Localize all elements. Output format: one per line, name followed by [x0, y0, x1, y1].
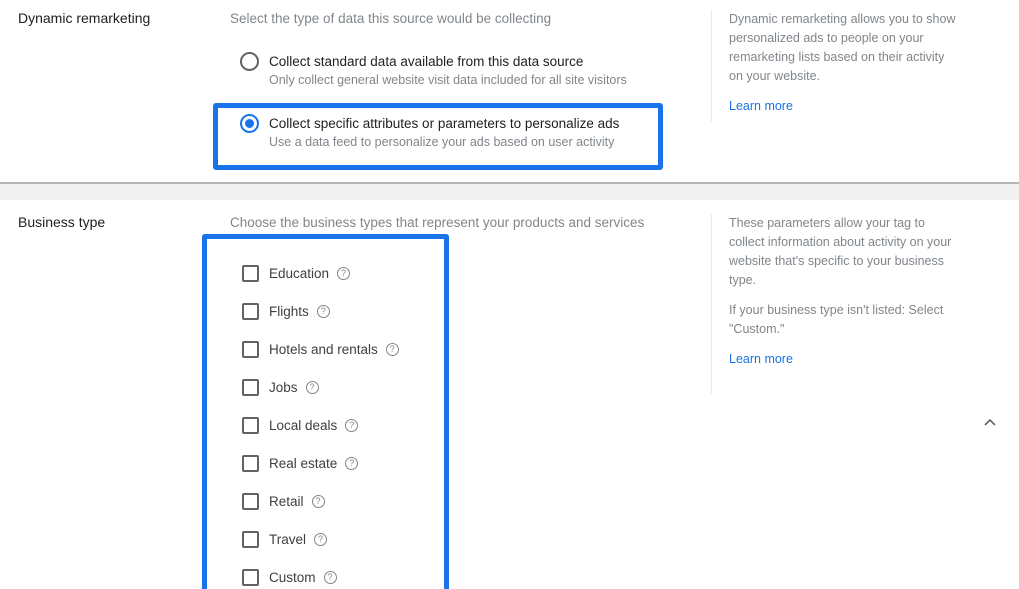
help-circle-icon[interactable]: ?: [345, 456, 359, 470]
checkbox[interactable]: [242, 530, 259, 548]
learn-more-link[interactable]: Learn more: [729, 99, 793, 113]
section-prompt: Select the type of data this source woul…: [230, 11, 552, 26]
checkbox-label: Local deals: [269, 417, 338, 433]
checkbox[interactable]: [242, 378, 259, 396]
dynamic-remarketing-section: Dynamic remarketing Select the type of d…: [0, 0, 1019, 182]
help-circle-icon[interactable]: ?: [305, 380, 319, 394]
checkbox-item-retail[interactable]: Retail?: [242, 482, 399, 520]
help-text: These parameters allow your tag to colle…: [729, 216, 952, 287]
checkbox-item-hotels[interactable]: Hotels and rentals?: [242, 330, 399, 368]
checkbox-item-education[interactable]: Education?: [242, 254, 399, 292]
checkbox-label: Jobs: [269, 379, 298, 395]
checkbox-label: Hotels and rentals: [269, 341, 378, 357]
checkbox[interactable]: [242, 340, 259, 358]
help-circle-icon[interactable]: ?: [323, 570, 337, 584]
section-title: Dynamic remarketing: [18, 10, 151, 26]
checkbox[interactable]: [242, 568, 259, 586]
option-label: Collect standard data available from thi…: [269, 54, 584, 69]
help-text: If your business type isn't listed: Sele…: [729, 303, 944, 336]
section-title: Business type: [18, 214, 106, 230]
checkbox-label: Flights: [269, 303, 309, 319]
help-panel: These parameters allow your tag to colle…: [711, 214, 961, 394]
radio-option-standard[interactable]: Collect standard data available from thi…: [240, 52, 627, 90]
business-type-list: Education? Flights? Hotels and rentals? …: [242, 254, 399, 589]
help-circle-icon[interactable]: ?: [345, 418, 359, 432]
business-type-section: Business type Choose the business types …: [0, 200, 1019, 589]
checkbox-item-flights[interactable]: Flights?: [242, 292, 399, 330]
highlight-box: [213, 103, 663, 170]
help-text: Dynamic remarketing allows you to show p…: [729, 12, 956, 83]
learn-more-link[interactable]: Learn more: [729, 352, 793, 366]
help-circle-icon[interactable]: ?: [314, 532, 328, 546]
checkbox-label: Retail: [269, 493, 304, 509]
option-description: Only collect general website visit data …: [269, 73, 627, 87]
checkbox[interactable]: [242, 454, 259, 472]
checkbox-item-real-estate[interactable]: Real estate?: [242, 444, 399, 482]
checkbox-label: Custom: [269, 569, 316, 585]
help-circle-icon[interactable]: ?: [337, 266, 351, 280]
checkbox[interactable]: [242, 264, 259, 282]
checkbox-item-local-deals[interactable]: Local deals?: [242, 406, 399, 444]
help-circle-icon[interactable]: ?: [316, 304, 330, 318]
radio-button[interactable]: [240, 52, 259, 71]
checkbox-item-custom[interactable]: Custom?: [242, 558, 399, 589]
chevron-up-icon[interactable]: [983, 417, 997, 427]
checkbox-item-jobs[interactable]: Jobs?: [242, 368, 399, 406]
checkbox[interactable]: [242, 492, 259, 510]
checkbox-label: Travel: [269, 531, 307, 547]
section-gap: [0, 184, 1019, 200]
checkbox-label: Real estate: [269, 455, 338, 471]
checkbox[interactable]: [242, 416, 259, 434]
help-panel: Dynamic remarketing allows you to show p…: [711, 10, 961, 122]
section-prompt: Choose the business types that represent…: [230, 215, 645, 230]
checkbox[interactable]: [242, 302, 259, 320]
help-circle-icon[interactable]: ?: [385, 342, 399, 356]
help-circle-icon[interactable]: ?: [311, 494, 325, 508]
checkbox-item-travel[interactable]: Travel?: [242, 520, 399, 558]
checkbox-label: Education: [269, 265, 330, 281]
